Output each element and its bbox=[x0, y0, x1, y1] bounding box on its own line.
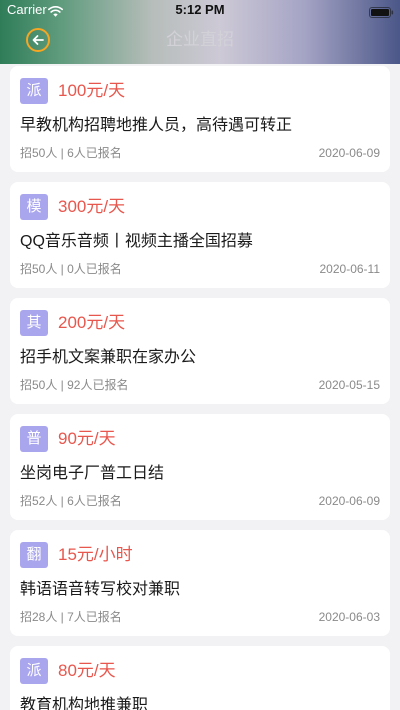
category-badge: 其 bbox=[20, 310, 48, 336]
post-date: 2020-06-11 bbox=[319, 262, 381, 276]
salary: 100元/天 bbox=[58, 81, 126, 100]
salary: 200元/天 bbox=[58, 313, 126, 332]
recruit-info: 招50人 | 92人已报名 bbox=[20, 378, 129, 392]
back-button[interactable] bbox=[26, 28, 50, 52]
page-title: 企业直招 bbox=[166, 30, 234, 49]
post-date: 2020-06-09 bbox=[318, 494, 380, 508]
job-card[interactable]: 派 100元/天 早教机构招聘地推人员，高待遇可转正 招50人 | 6人已报名 … bbox=[10, 66, 390, 172]
app-header: Carrier 5:12 PM 企业直招 bbox=[0, 0, 400, 64]
category-badge: 模 bbox=[20, 194, 48, 220]
recruit-info: 招52人 | 6人已报名 bbox=[20, 494, 122, 508]
category-badge: 翻 bbox=[20, 542, 48, 568]
salary: 90元/天 bbox=[58, 429, 116, 448]
post-date: 2020-06-09 bbox=[318, 146, 380, 160]
job-card[interactable]: 其 200元/天 招手机文案兼职在家办公 招50人 | 92人已报名 2020-… bbox=[10, 298, 390, 404]
clock: 5:12 PM bbox=[175, 2, 225, 17]
job-title: 教育机构地推兼职 bbox=[20, 697, 149, 710]
job-title: 坐岗电子厂普工日结 bbox=[20, 465, 165, 482]
job-title: 韩语语音转写校对兼职 bbox=[20, 581, 181, 598]
salary: 80元/天 bbox=[58, 661, 116, 680]
nav-bar: 企业直招 bbox=[0, 20, 400, 64]
job-list[interactable]: 派 100元/天 早教机构招聘地推人员，高待遇可转正 招50人 | 6人已报名 … bbox=[0, 64, 400, 710]
recruit-info: 招50人 | 6人已报名 bbox=[20, 146, 122, 160]
category-badge: 派 bbox=[20, 78, 48, 104]
job-card[interactable]: 翻 15元/小时 韩语语音转写校对兼职 招28人 | 7人已报名 2020-06… bbox=[10, 530, 390, 636]
carrier-label: Carrier bbox=[7, 2, 47, 17]
recruit-info: 招50人 | 0人已报名 bbox=[20, 262, 122, 276]
job-card[interactable]: 普 90元/天 坐岗电子厂普工日结 招52人 | 6人已报名 2020-06-0… bbox=[10, 414, 390, 520]
recruit-info: 招28人 | 7人已报名 bbox=[20, 610, 122, 624]
category-badge: 派 bbox=[20, 658, 48, 684]
job-title: 招手机文案兼职在家办公 bbox=[20, 349, 197, 366]
job-title: 早教机构招聘地推人员，高待遇可转正 bbox=[20, 117, 293, 134]
job-title: QQ音乐音频丨视频主播全国招募 bbox=[20, 233, 253, 250]
category-badge: 普 bbox=[20, 426, 48, 452]
job-card[interactable]: 派 80元/天 教育机构地推兼职 bbox=[10, 646, 390, 710]
post-date: 2020-06-03 bbox=[318, 610, 380, 624]
status-bar: Carrier 5:12 PM bbox=[0, 0, 400, 20]
salary: 15元/小时 bbox=[58, 545, 133, 564]
battery-icon bbox=[369, 5, 394, 18]
back-arrow-icon bbox=[32, 35, 44, 45]
job-card[interactable]: 模 300元/天 QQ音乐音频丨视频主播全国招募 招50人 | 0人已报名 20… bbox=[10, 182, 390, 288]
salary: 300元/天 bbox=[58, 197, 126, 216]
post-date: 2020-05-15 bbox=[318, 378, 380, 392]
wifi-icon bbox=[48, 4, 63, 17]
